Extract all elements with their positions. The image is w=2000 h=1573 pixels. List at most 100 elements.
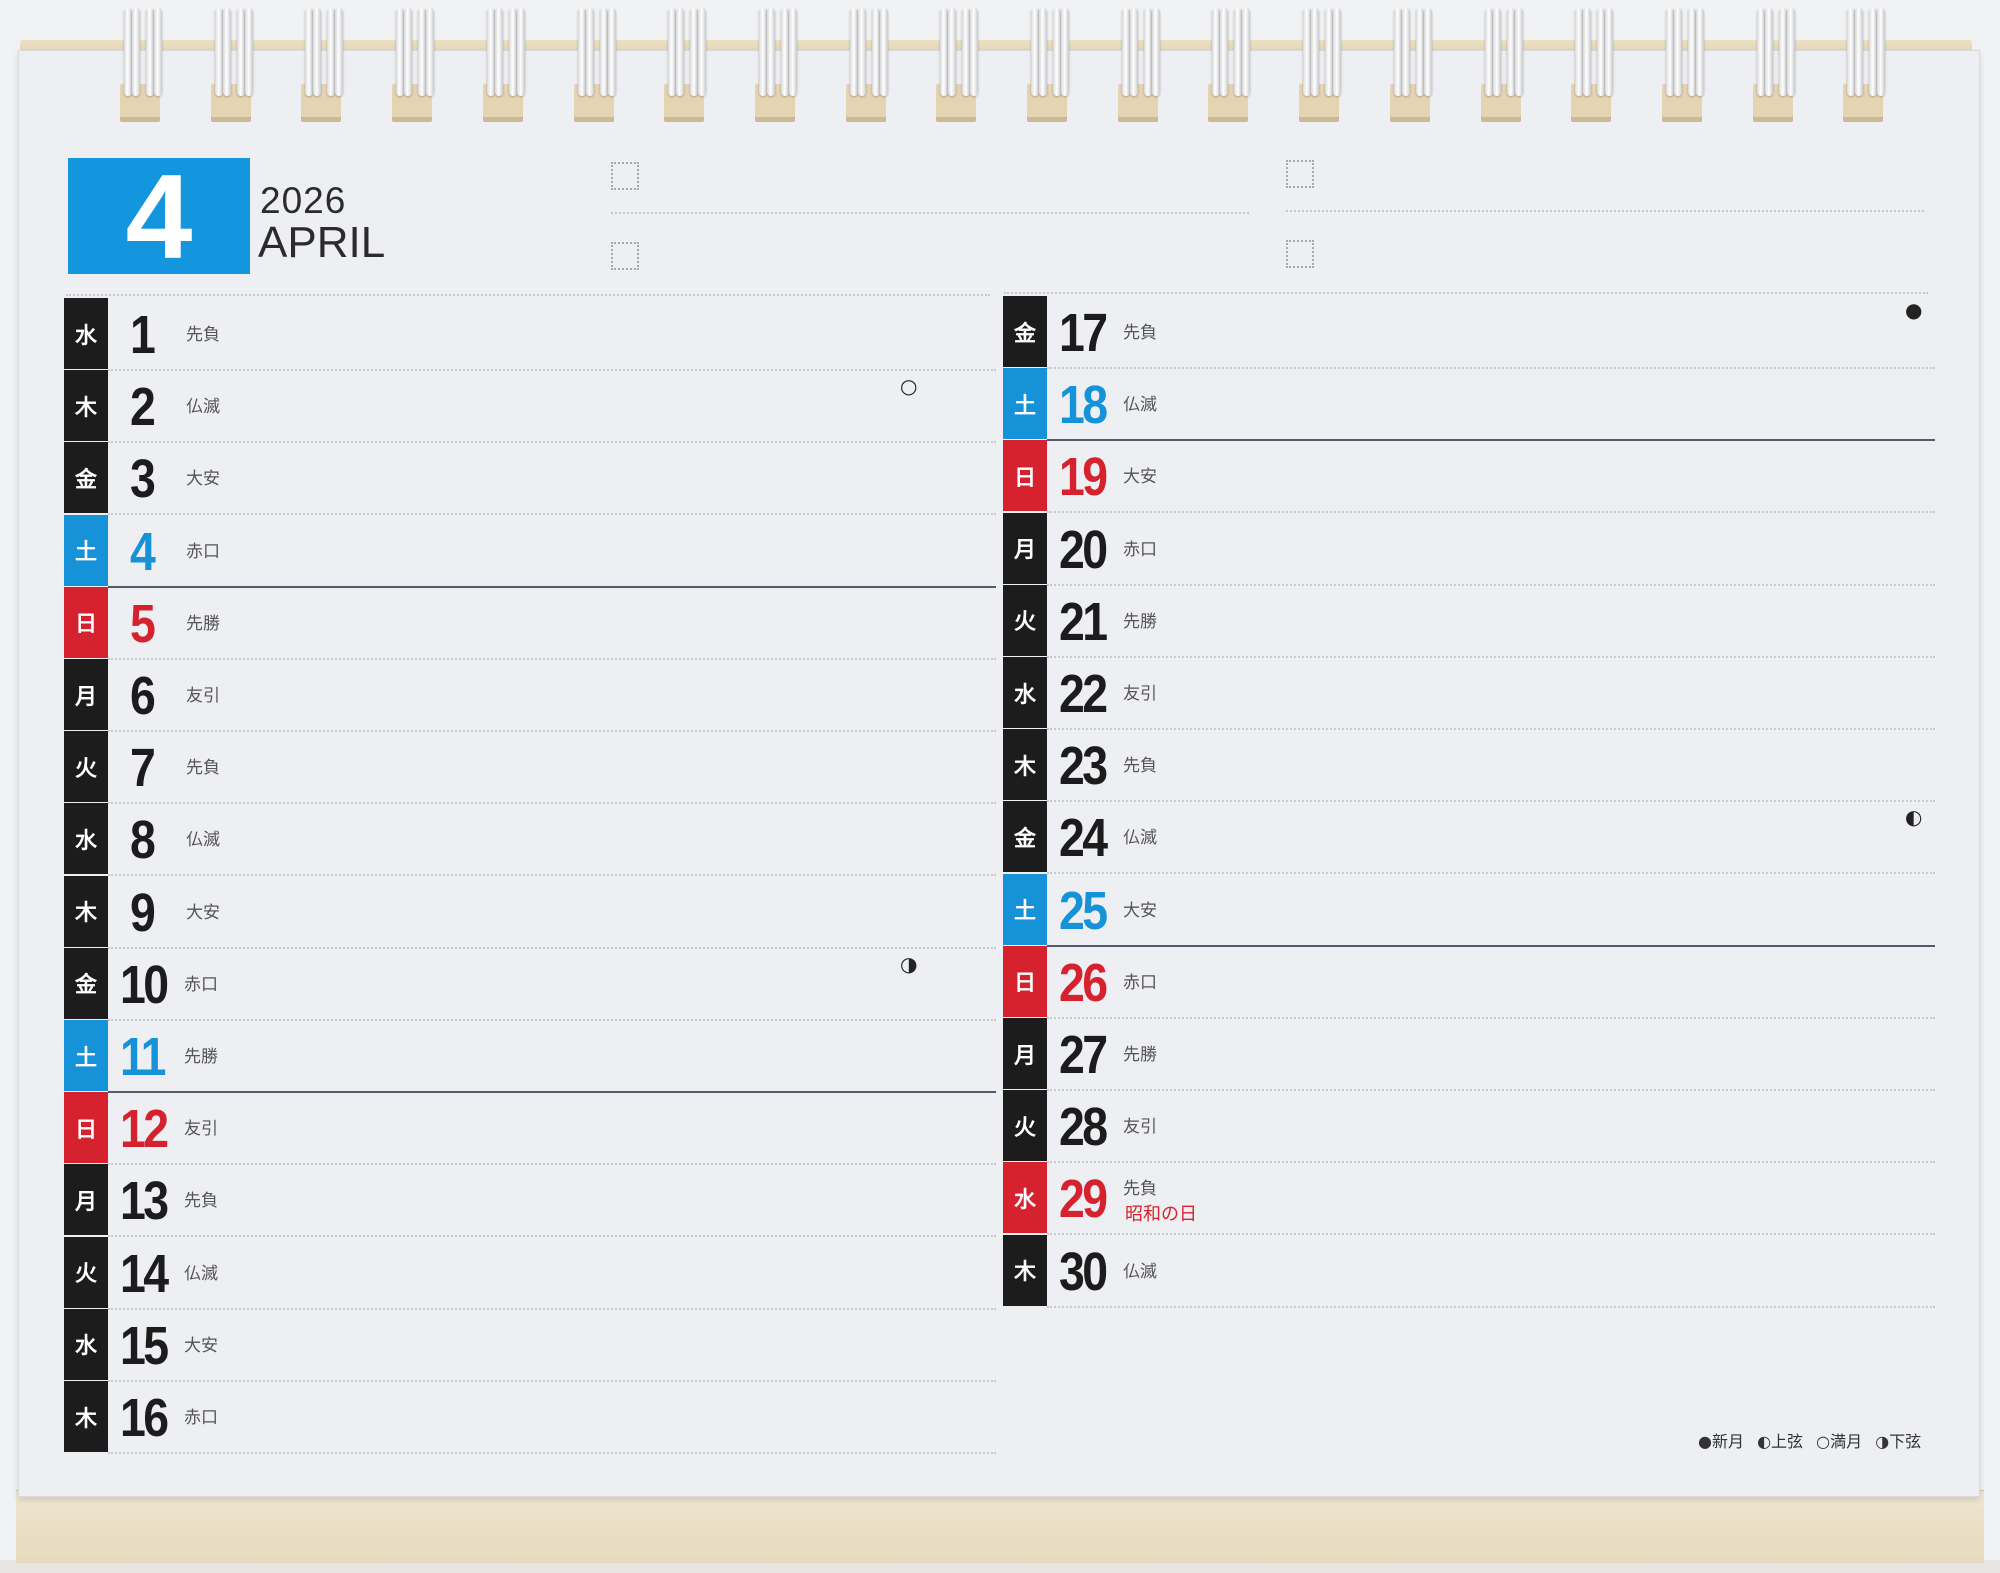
memo-checkbox — [1286, 240, 1314, 268]
weekday-label: 火 — [64, 731, 108, 803]
moon-phase-icon: ◑ — [900, 951, 918, 976]
weekday-label: 月 — [64, 1164, 108, 1236]
date-number: 1 — [130, 305, 156, 365]
weekday-label: 日 — [1003, 945, 1047, 1017]
calendar-stand — [16, 1490, 1984, 1563]
day-row: 日 26 赤口 — [1003, 945, 1975, 1019]
weekday-label: 水 — [1003, 1162, 1047, 1234]
date-number: 8 — [130, 810, 156, 871]
date-number: 23 — [1059, 736, 1108, 797]
weekday-label: 水 — [64, 298, 108, 369]
rokuyo-label: 先勝 — [184, 1047, 218, 1067]
binding-ring — [1471, 0, 1531, 128]
weekday-label: 日 — [64, 586, 108, 658]
day-row: 木 30 仏滅 — [1003, 1234, 1975, 1308]
month-name-label: APRIL — [258, 218, 386, 267]
day-row: 水 1 先負 — [64, 298, 1036, 371]
day-row: 月 20 赤口 — [1003, 512, 1975, 586]
weekday-label: 月 — [1003, 512, 1047, 584]
binding-ring — [1652, 0, 1712, 128]
weekday-label: 火 — [1003, 584, 1047, 656]
weekday-label: 金 — [1003, 296, 1047, 367]
rokuyo-label: 仏滅 — [186, 397, 220, 418]
rokuyo-label: 仏滅 — [1123, 828, 1157, 849]
date-number: 11 — [120, 1027, 167, 1087]
weekday-label: 木 — [1003, 729, 1047, 801]
rokuyo-label: 先勝 — [1123, 611, 1157, 632]
date-number: 16 — [120, 1388, 169, 1448]
rokuyo-label: 仏滅 — [186, 830, 220, 851]
day-row: 日 12 友引 — [64, 1092, 1036, 1166]
moon-phase-icon: ○ — [900, 374, 918, 399]
date-number: 10 — [120, 954, 169, 1015]
memo-checkbox — [1286, 160, 1314, 188]
day-row: 月 27 先勝 — [1003, 1018, 1975, 1091]
day-row: 金 3 大安 — [64, 442, 1036, 516]
day-row: 木 16 赤口 — [64, 1381, 1036, 1454]
weekday-label: 日 — [1003, 440, 1047, 512]
binding-ring — [1289, 0, 1349, 128]
day-row: 火 14 仏滅 — [64, 1236, 1036, 1310]
binding-ring — [1017, 0, 1077, 128]
memo-line — [611, 212, 1249, 214]
rokuyo-label: 大安 — [186, 902, 220, 923]
day-row: 土 11 先勝 — [64, 1020, 1036, 1093]
rokuyo-label: 赤口 — [1123, 539, 1157, 560]
date-number: 4 — [130, 521, 156, 582]
rokuyo-label: 赤口 — [184, 974, 218, 995]
day-row: 木 2 仏滅 ○ — [64, 370, 1036, 444]
rokuyo-label: 大安 — [184, 1335, 218, 1356]
rokuyo-label: 友引 — [1123, 684, 1157, 704]
weekday-label: 月 — [64, 659, 108, 730]
date-number: 27 — [1059, 1025, 1108, 1085]
binding-ring — [1198, 0, 1258, 128]
rokuyo-label: 仏滅 — [1123, 395, 1157, 416]
binding-ring — [745, 0, 805, 128]
day-row: 水 22 友引 — [1003, 657, 1975, 730]
memo-line — [1004, 292, 1928, 294]
date-number: 2 — [130, 377, 156, 438]
legend-full-moon: ○満月 — [1816, 1432, 1863, 1451]
date-number: 7 — [130, 738, 156, 799]
day-row: 土 18 仏滅 — [1003, 368, 1975, 442]
binding-ring — [654, 0, 714, 128]
day-row: 月 13 先負 — [64, 1164, 1036, 1238]
weekday-label: 土 — [1003, 368, 1047, 440]
day-row: 月 6 友引 — [64, 659, 1036, 732]
moon-phase-legend: ●新月 ◐上弦 ○満月 ◑下弦 — [1698, 1428, 1929, 1452]
legend-first-quarter: ◐上弦 — [1757, 1432, 1804, 1451]
weekday-label: 月 — [1003, 1018, 1047, 1089]
month-number-box: 4 — [68, 157, 250, 277]
rokuyo-label: 大安 — [186, 469, 220, 490]
weekday-label: 金 — [64, 442, 108, 514]
day-row: 水 15 大安 — [64, 1308, 1036, 1382]
date-number: 3 — [130, 449, 156, 510]
binding-ring — [1561, 0, 1621, 128]
day-row: 木 23 先負 — [1003, 729, 1975, 803]
rokuyo-label: 赤口 — [184, 1408, 218, 1428]
memo-line — [66, 294, 990, 296]
rokuyo-label: 先負 — [186, 325, 220, 345]
day-row: 土 4 赤口 — [64, 514, 1036, 588]
binding-ring — [926, 0, 986, 128]
date-number: 26 — [1059, 952, 1108, 1013]
weekday-label: 木 — [64, 875, 108, 947]
rokuyo-label: 先負 — [184, 1191, 218, 1212]
legend-new-moon: ●新月 — [1698, 1432, 1744, 1451]
weekday-label: 木 — [64, 1381, 108, 1452]
rokuyo-label: 友引 — [186, 686, 220, 706]
date-number: 9 — [130, 882, 156, 943]
day-row: 木 9 大安 — [64, 875, 1036, 949]
weekday-label: 金 — [64, 947, 108, 1019]
day-row: 日 19 大安 — [1003, 440, 1975, 514]
date-number: 5 — [130, 593, 156, 654]
date-number: 18 — [1059, 375, 1108, 436]
date-number: 17 — [1059, 303, 1108, 363]
rokuyo-label: 友引 — [184, 1119, 218, 1140]
binding-ring — [1743, 0, 1803, 128]
date-number: 12 — [120, 1099, 169, 1160]
rokuyo-label: 仏滅 — [1123, 1261, 1157, 1282]
row-divider — [108, 1452, 996, 1454]
weekday-label: 水 — [64, 1308, 108, 1380]
weekday-label: 土 — [1003, 873, 1047, 945]
